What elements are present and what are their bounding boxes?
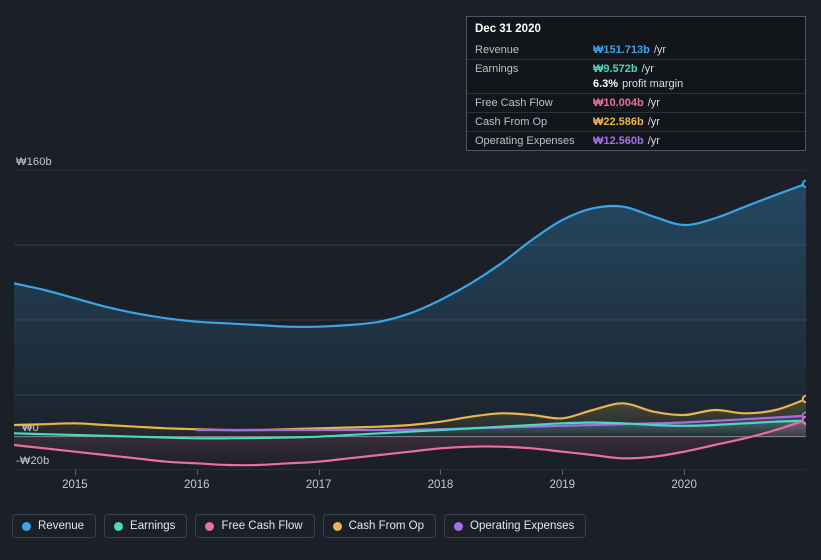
legend-color-dot-icon — [114, 521, 124, 531]
tooltip-row-label: Operating Expenses — [475, 135, 575, 147]
legend-item-operating-expenses[interactable]: Operating Expenses — [444, 514, 587, 538]
tooltip-row-unit: /yr — [653, 44, 667, 56]
tooltip-row-sub: 6.3% profit margin — [467, 78, 805, 93]
legend-color-dot-icon — [205, 521, 215, 531]
x-tick-mark — [684, 470, 686, 475]
legend-item-free-cash-flow[interactable]: Free Cash Flow — [195, 514, 315, 538]
x-tick-label: 2020 — [671, 479, 697, 491]
legend-item-cash-from-op[interactable]: Cash From Op — [322, 514, 437, 538]
tooltip-row-value: ₩22.586b — [593, 116, 644, 128]
legend-color-dot-icon — [454, 521, 464, 531]
x-tick-label: 2018 — [427, 479, 454, 491]
x-tick-mark — [74, 470, 76, 475]
x-tick-mark — [196, 470, 198, 475]
tooltip-row-unit: /yr — [647, 97, 660, 109]
x-tick-label: 2017 — [305, 479, 332, 491]
tooltip-row-label: Free Cash Flow — [475, 97, 553, 109]
legend-item-label: Revenue — [38, 520, 85, 532]
tooltip-row: Cash From Op ₩22.586b/yr — [467, 112, 805, 131]
legend-item-label: Operating Expenses — [470, 520, 575, 532]
tooltip-row: Operating Expenses ₩12.560b/yr — [467, 131, 805, 150]
tooltip-sub-group: 6.3% profit margin — [593, 78, 683, 90]
tooltip-row-value: ₩9.572b — [593, 63, 638, 75]
y-axis-label-top: ₩160b — [16, 156, 52, 168]
tooltip-row-value-group: ₩12.560b/yr — [593, 135, 660, 147]
legend-item-revenue[interactable]: Revenue — [12, 514, 97, 538]
tooltip-sub-unit: profit margin — [622, 78, 684, 90]
tooltip-row-value: ₩12.560b — [593, 135, 644, 147]
plot-area — [14, 170, 806, 470]
tooltip-row-label: Revenue — [475, 44, 520, 56]
tooltip-row-unit: /yr — [647, 116, 660, 128]
tooltip-panel: Dec 31 2020 Revenue ₩151.713b/yr Earnings ₩… — [466, 16, 806, 151]
tooltip-row-value: ₩10.004b — [593, 97, 644, 109]
x-tick-label: 2019 — [549, 479, 576, 491]
x-tick-label: 2015 — [62, 479, 88, 491]
legend-color-dot-icon — [332, 521, 342, 531]
tooltip-row-value-group: ₩151.713b/yr — [593, 44, 666, 56]
x-tick-mark — [318, 470, 320, 475]
chart-legend: Revenue Earnings Free Cash Flow Cash From O… — [12, 514, 587, 538]
tooltip-row-label: Cash From Op — [475, 116, 548, 128]
legend-item-label: Earnings — [130, 520, 176, 532]
x-tick-mark — [562, 470, 564, 475]
tooltip-rows: Revenue ₩151.713b/yr Earnings ₩9.572b/yr 6.3… — [467, 41, 805, 150]
tooltip-row-value-group: ₩10.004b/yr — [593, 97, 660, 109]
tooltip-sub-value: 6.3% — [593, 78, 619, 90]
tooltip-row-value: ₩151.713b — [593, 44, 650, 56]
chart-canvas — [14, 170, 806, 470]
tooltip-row-unit: /yr — [641, 63, 654, 75]
legend-item-earnings[interactable]: Earnings — [104, 514, 188, 538]
legend-item-label: Cash From Op — [348, 520, 425, 532]
legend-item-label: Free Cash Flow — [221, 520, 303, 532]
tooltip-row: Revenue ₩151.713b/yr — [467, 41, 805, 59]
tooltip-row: Earnings ₩9.572b/yr — [467, 59, 805, 78]
tooltip-row-value-group: ₩9.572b/yr — [593, 63, 654, 75]
financial-chart: ₩160b ₩0 -₩20b 201520162017201820192020 … — [0, 0, 821, 560]
tooltip-row-label: Earnings — [475, 63, 519, 75]
x-tick-label: 2016 — [183, 479, 210, 491]
legend-color-dot-icon — [22, 521, 31, 531]
tooltip-row: Free Cash Flow ₩10.004b/yr — [467, 93, 805, 112]
tooltip-title: Dec 31 2020 — [475, 23, 541, 35]
tooltip-row-unit: /yr — [647, 135, 660, 147]
x-tick-mark — [440, 470, 442, 475]
tooltip-row-value-group: ₩22.586b/yr — [593, 116, 660, 128]
